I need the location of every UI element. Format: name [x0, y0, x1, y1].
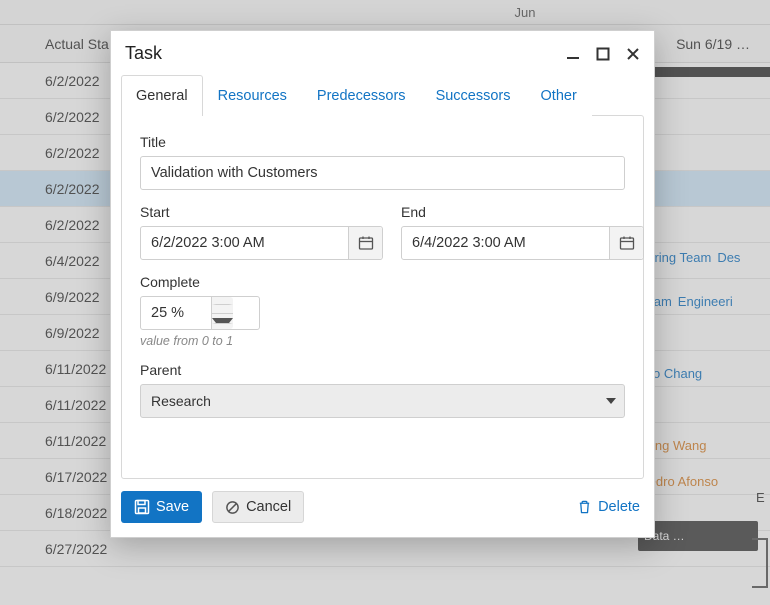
- complete-spinner: [140, 296, 260, 330]
- complete-hint: value from 0 to 1: [140, 334, 625, 348]
- title-input[interactable]: [141, 165, 624, 181]
- minimize-icon: [566, 47, 580, 61]
- field-parent: Parent Research: [140, 362, 625, 418]
- tab-resources[interactable]: Resources: [203, 75, 302, 116]
- trash-icon: [577, 499, 592, 515]
- field-end: End: [401, 204, 644, 260]
- end-input[interactable]: [402, 235, 609, 251]
- save-button[interactable]: Save: [121, 491, 202, 523]
- parent-value: Research: [151, 393, 211, 409]
- dialog-tabs: General Resources Predecessors Successor…: [111, 74, 654, 115]
- delete-label: Delete: [598, 499, 640, 515]
- complete-spin-buttons: [211, 297, 233, 329]
- window-actions: [566, 47, 640, 61]
- tab-general[interactable]: General: [121, 75, 203, 116]
- field-title: Title: [140, 134, 625, 190]
- tab-other[interactable]: Other: [526, 75, 592, 116]
- cancel-label: Cancel: [246, 499, 291, 515]
- start-input[interactable]: [141, 235, 348, 251]
- cancel-button[interactable]: Cancel: [212, 491, 304, 523]
- save-icon: [134, 499, 150, 515]
- complete-spin-up[interactable]: [212, 297, 233, 314]
- start-label: Start: [140, 204, 383, 220]
- dialog-titlebar: Task: [111, 31, 654, 74]
- end-date-picker-button[interactable]: [609, 227, 643, 259]
- complete-label: Complete: [140, 274, 625, 290]
- close-icon: [626, 47, 640, 61]
- chevron-down-icon: [212, 318, 233, 324]
- calendar-icon: [619, 235, 635, 251]
- cancel-icon: [225, 500, 240, 515]
- close-button[interactable]: [626, 47, 640, 61]
- end-input-wrap: [401, 226, 644, 260]
- minimize-button[interactable]: [566, 47, 580, 61]
- dialog-title: Task: [125, 43, 162, 64]
- complete-input[interactable]: [141, 305, 211, 321]
- tab-predecessors[interactable]: Predecessors: [302, 75, 421, 116]
- chevron-down-icon: [606, 398, 616, 404]
- tab-panel-general: Title Start: [121, 115, 644, 479]
- parent-dropdown[interactable]: Research: [140, 384, 625, 418]
- maximize-button[interactable]: [596, 47, 610, 61]
- task-dialog: Task General Resources Predecessors Succ…: [110, 30, 655, 538]
- end-label: End: [401, 204, 644, 220]
- field-complete: Complete value from 0 to 1: [140, 274, 625, 348]
- save-label: Save: [156, 499, 189, 515]
- chevron-up-icon: [212, 304, 233, 305]
- tab-successors[interactable]: Successors: [421, 75, 526, 116]
- delete-button[interactable]: Delete: [577, 499, 640, 515]
- title-label: Title: [140, 134, 625, 150]
- maximize-icon: [596, 47, 610, 61]
- field-start: Start: [140, 204, 383, 260]
- parent-label: Parent: [140, 362, 625, 378]
- start-date-picker-button[interactable]: [348, 227, 382, 259]
- calendar-icon: [358, 235, 374, 251]
- title-input-wrap: [140, 156, 625, 190]
- dialog-footer: Save Cancel Delete: [111, 479, 654, 537]
- start-input-wrap: [140, 226, 383, 260]
- complete-spin-down[interactable]: [212, 314, 233, 330]
